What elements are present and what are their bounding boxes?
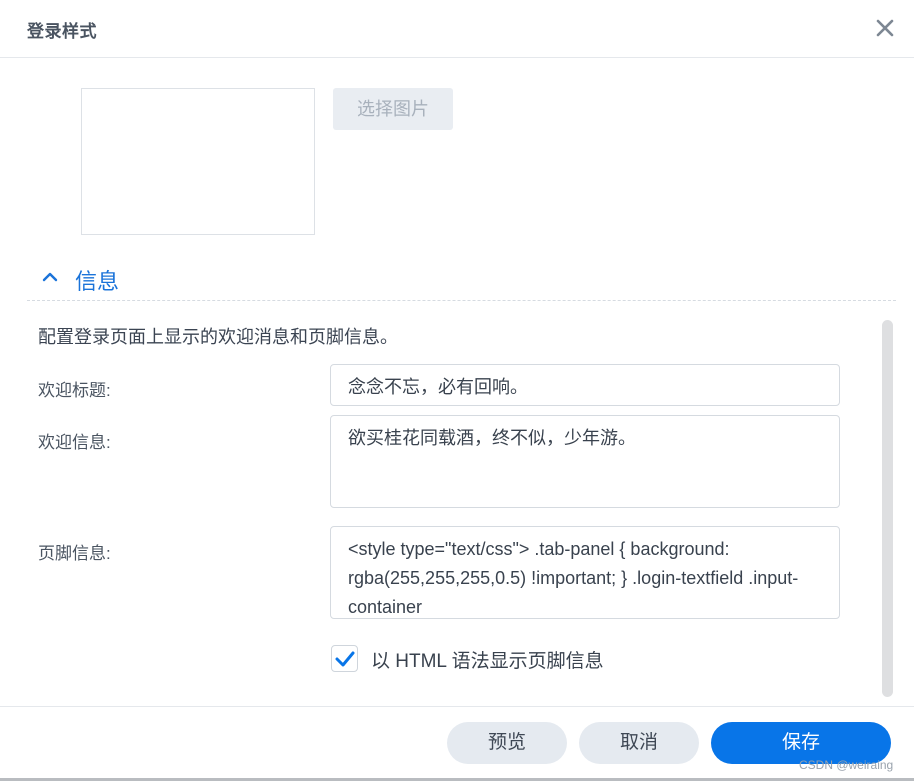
dialog-footer: 预览 取消 保存 <box>0 706 914 781</box>
welcome-title-input[interactable]: 念念不忘，必有回响。 <box>330 364 840 406</box>
footer-info-textarea[interactable]: <style type="text/css"> .tab-panel { bac… <box>330 526 840 619</box>
section-title: 信息 <box>75 269 120 294</box>
chevron-up-icon[interactable] <box>40 267 60 287</box>
dialog-header: 登录样式 <box>0 0 914 58</box>
html-syntax-checkbox[interactable] <box>331 645 358 672</box>
info-section-header[interactable]: 信息 <box>27 258 896 301</box>
cancel-button[interactable]: 取消 <box>579 722 699 764</box>
watermark: CSDN @weiraing <box>799 758 894 772</box>
welcome-message-textarea[interactable]: 欲买桂花同载酒，终不似，少年游。 <box>330 415 840 508</box>
close-icon[interactable] <box>873 16 897 40</box>
footer-info-label: 页脚信息: <box>38 544 111 563</box>
check-icon <box>335 651 355 667</box>
dialog-title: 登录样式 <box>27 22 97 41</box>
welcome-title-label: 欢迎标题: <box>38 381 111 400</box>
section-description: 配置登录页面上显示的欢迎消息和页脚信息。 <box>38 327 398 347</box>
select-image-button[interactable]: 选择图片 <box>333 88 453 130</box>
html-syntax-label[interactable]: 以 HTML 语法显示页脚信息 <box>371 646 604 673</box>
image-preview <box>81 88 315 235</box>
preview-button[interactable]: 预览 <box>447 722 567 764</box>
scrollbar[interactable] <box>882 320 893 697</box>
welcome-message-label: 欢迎信息: <box>38 433 111 452</box>
